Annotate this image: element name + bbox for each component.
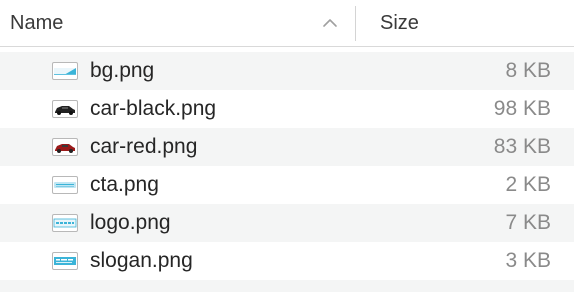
name-column-header[interactable]: Name	[0, 0, 355, 46]
file-name: car-red.png	[90, 135, 198, 158]
file-name: bg.png	[90, 59, 155, 82]
car-red-thumbnail-icon	[52, 138, 78, 156]
empty-row	[0, 280, 574, 292]
size-column-header[interactable]: Size	[356, 0, 574, 46]
slogan-thumbnail-icon	[52, 252, 78, 270]
file-name: slogan.png	[90, 249, 193, 272]
logo-thumbnail-icon	[52, 214, 78, 232]
file-row-logo[interactable]: logo.png 7 KB	[0, 204, 574, 242]
file-row-cta[interactable]: cta.png 2 KB	[0, 166, 574, 204]
file-size: 7 KB	[505, 211, 551, 234]
file-size: 98 KB	[493, 97, 551, 120]
file-size: 3 KB	[505, 249, 551, 272]
chevron-up-icon[interactable]	[321, 16, 339, 30]
file-row-car-black[interactable]: car-black.png 98 KB	[0, 90, 574, 128]
cta-thumbnail-icon	[52, 176, 78, 194]
file-size: 2 KB	[505, 173, 551, 196]
file-size: 83 KB	[493, 135, 551, 158]
column-header-bar: Name Size	[0, 0, 574, 47]
car-black-thumbnail-icon	[52, 100, 78, 118]
file-size: 8 KB	[505, 59, 551, 82]
file-list: bg.png 8 KB car-black.png 98 KB car-red.…	[0, 52, 574, 292]
file-name: car-black.png	[90, 97, 217, 120]
file-name: cta.png	[90, 173, 159, 196]
file-row-bg[interactable]: bg.png 8 KB	[0, 52, 574, 90]
file-name: logo.png	[90, 211, 171, 234]
file-row-slogan[interactable]: slogan.png 3 KB	[0, 242, 574, 280]
file-row-car-red[interactable]: car-red.png 83 KB	[0, 128, 574, 166]
bg-thumbnail-icon	[52, 62, 78, 80]
name-column-label: Name	[10, 12, 64, 34]
size-column-label: Size	[380, 12, 419, 34]
